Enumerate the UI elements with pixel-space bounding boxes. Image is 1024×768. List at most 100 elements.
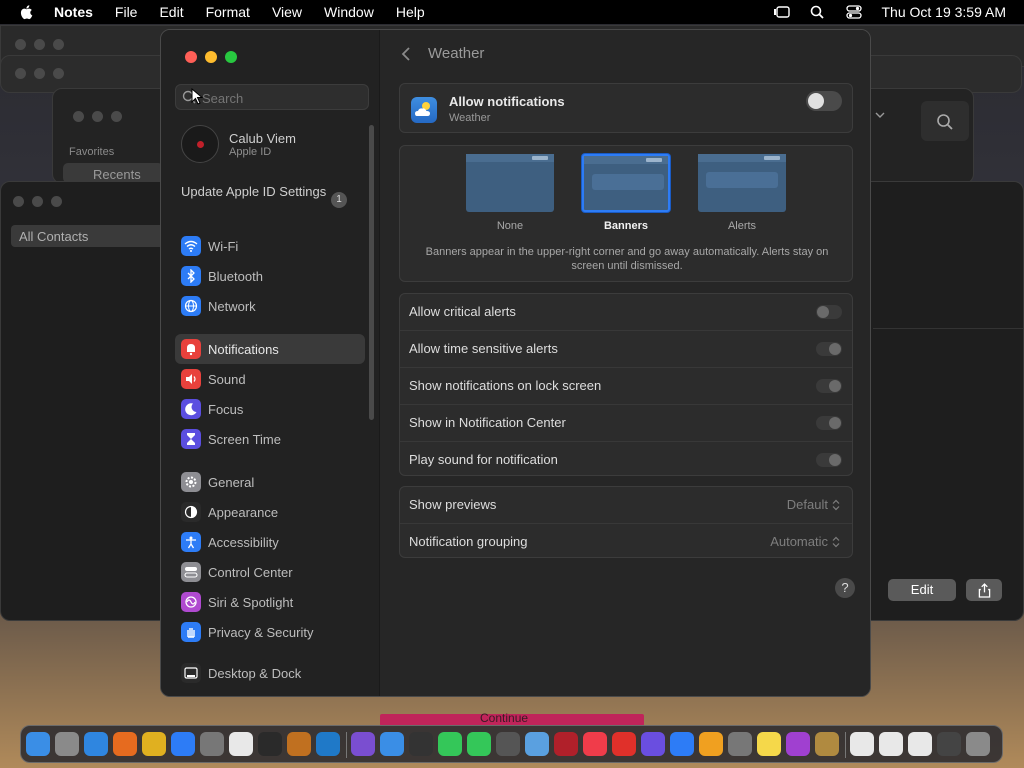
stage-manager-icon[interactable] [773, 5, 791, 19]
dock-terminal-icon[interactable] [258, 732, 282, 756]
back-chevron-icon[interactable] [400, 46, 412, 61]
dock-stocks-icon[interactable] [409, 732, 433, 756]
sidebar-item-bluetooth[interactable]: Bluetooth [175, 261, 365, 291]
minimize-button[interactable] [205, 51, 217, 63]
finder-recents-item[interactable]: Recents [63, 163, 163, 183]
sidebar-item-wifi[interactable]: Wi-Fi [175, 231, 365, 261]
user-subtitle: Apple ID [229, 145, 272, 158]
dock-vscode-icon[interactable] [316, 732, 340, 756]
notification-grouping-select[interactable]: Automatic [770, 534, 840, 549]
dock-safari-icon[interactable] [84, 732, 108, 756]
dock-freeform-icon[interactable] [525, 732, 549, 756]
sidebar-item-label: Screen Time [208, 431, 281, 447]
dock-instruments-icon[interactable] [287, 732, 311, 756]
dock-system-info-icon[interactable] [728, 732, 752, 756]
chevron-down-icon[interactable] [875, 112, 885, 118]
notification-center-toggle[interactable] [816, 416, 842, 430]
control-center-icon[interactable] [845, 5, 863, 19]
dock-archive-icon[interactable] [815, 732, 839, 756]
search-input[interactable] [200, 88, 364, 108]
sidebar-item-focus[interactable]: Focus [175, 394, 365, 424]
contacts-share-button[interactable] [966, 579, 1002, 601]
menu-edit[interactable]: Edit [159, 4, 183, 20]
dock-firefox-icon[interactable] [113, 732, 137, 756]
menu-view[interactable]: View [272, 4, 302, 20]
menu-format[interactable]: Format [206, 4, 250, 20]
spotlight-search-icon[interactable] [809, 5, 827, 19]
close-button[interactable] [185, 51, 197, 63]
select-value: Default [786, 497, 828, 512]
dock-news-icon[interactable] [583, 732, 607, 756]
sidebar-item-screen-time[interactable]: Screen Time [175, 424, 365, 454]
dock-window-3-icon[interactable] [908, 732, 932, 756]
dock-finder-icon[interactable] [26, 732, 50, 756]
dock-dictionary-icon[interactable] [554, 732, 578, 756]
sidebar-item-notifications[interactable]: Notifications [175, 334, 365, 364]
allow-notifications-toggle[interactable] [806, 91, 842, 111]
sidebar-item-control-center[interactable]: Control Center [175, 557, 365, 587]
sidebar-scrollbar[interactable] [369, 125, 374, 420]
dock-launchpad-icon[interactable] [55, 732, 79, 756]
contacts-edit-button[interactable]: Edit [888, 579, 956, 601]
sidebar-item-desktop-dock[interactable]: Desktop & Dock [175, 658, 365, 688]
hand-icon [181, 622, 201, 642]
alert-style-none[interactable]: None [465, 154, 555, 232]
dock-notes-icon[interactable] [757, 732, 781, 756]
finder-favorites-heading: Favorites [69, 146, 115, 158]
contacts-all-item[interactable]: All Contacts [11, 225, 165, 247]
dock-system-settings-icon[interactable] [200, 732, 224, 756]
notification-toggles-card: Allow critical alerts Allow time sensiti… [399, 293, 853, 476]
row-notification-grouping: Notification grouping Automatic [400, 523, 852, 559]
apple-icon[interactable] [18, 3, 36, 21]
dock-facetime-icon[interactable] [467, 732, 491, 756]
dock-separator [346, 732, 347, 758]
sidebar-item-siri-spotlight[interactable]: Siri & Spotlight [175, 587, 365, 617]
apple-id-account[interactable]: Calub Viem Apple ID [181, 125, 296, 163]
dock-app-store-icon[interactable] [171, 732, 195, 756]
help-button[interactable]: ? [835, 578, 855, 598]
sidebar-item-label: Appearance [208, 504, 279, 520]
sidebar-search[interactable] [175, 84, 369, 110]
sidebar-item-privacy-security[interactable]: Privacy & Security [175, 617, 365, 647]
menu-clock[interactable]: Thu Oct 19 3:59 AM [881, 4, 1006, 20]
dock-calculator-icon[interactable] [496, 732, 520, 756]
appearance-icon [181, 502, 201, 522]
dock-screenshot-icon[interactable] [641, 732, 665, 756]
dock-trash-icon[interactable] [966, 732, 990, 756]
play-sound-toggle[interactable] [816, 453, 842, 467]
dock-chrome-icon[interactable] [142, 732, 166, 756]
dock-home-icon[interactable] [699, 732, 723, 756]
finder-search-button[interactable] [921, 101, 969, 141]
dock-window-4-icon[interactable] [937, 732, 961, 756]
dock-textedit-icon[interactable] [229, 732, 253, 756]
dock-window-2-icon[interactable] [879, 732, 903, 756]
menu-bar: Notes File Edit Format View Window Help … [0, 0, 1024, 24]
show-previews-select[interactable]: Default [787, 497, 840, 512]
sidebar-item-appearance[interactable]: Appearance [175, 497, 365, 527]
sidebar-item-accessibility[interactable]: Accessibility [175, 527, 365, 557]
sidebar-item-network[interactable]: Network [175, 291, 365, 321]
share-icon [978, 582, 990, 598]
nav-group-desktop: Desktop & Dock [175, 658, 365, 688]
allow-critical-alerts-toggle[interactable] [816, 305, 842, 319]
dock-keynote-icon[interactable] [670, 732, 694, 756]
lock-screen-toggle[interactable] [816, 379, 842, 393]
dock-podcasts-icon[interactable] [786, 732, 810, 756]
menu-help[interactable]: Help [396, 4, 425, 20]
menu-app-notes[interactable]: Notes [54, 4, 93, 20]
allow-notifications-app: Weather [449, 112, 491, 124]
time-sensitive-alerts-toggle[interactable] [816, 342, 842, 356]
dock-keynote-red-icon[interactable] [612, 732, 636, 756]
alert-style-alerts[interactable]: Alerts [697, 154, 787, 232]
menu-window[interactable]: Window [324, 4, 374, 20]
zoom-button[interactable] [225, 51, 237, 63]
dock-weather-icon[interactable] [380, 732, 404, 756]
sidebar-item-general[interactable]: General [175, 467, 365, 497]
alert-style-banners[interactable]: Banners [581, 154, 671, 232]
dock-window-1-icon[interactable] [850, 732, 874, 756]
dock-visual-studio-icon[interactable] [351, 732, 375, 756]
dock-messages-icon[interactable] [438, 732, 462, 756]
update-apple-id-item[interactable]: Update Apple ID Settings [181, 184, 331, 200]
menu-file[interactable]: File [115, 4, 138, 20]
sidebar-item-sound[interactable]: Sound [175, 364, 365, 394]
